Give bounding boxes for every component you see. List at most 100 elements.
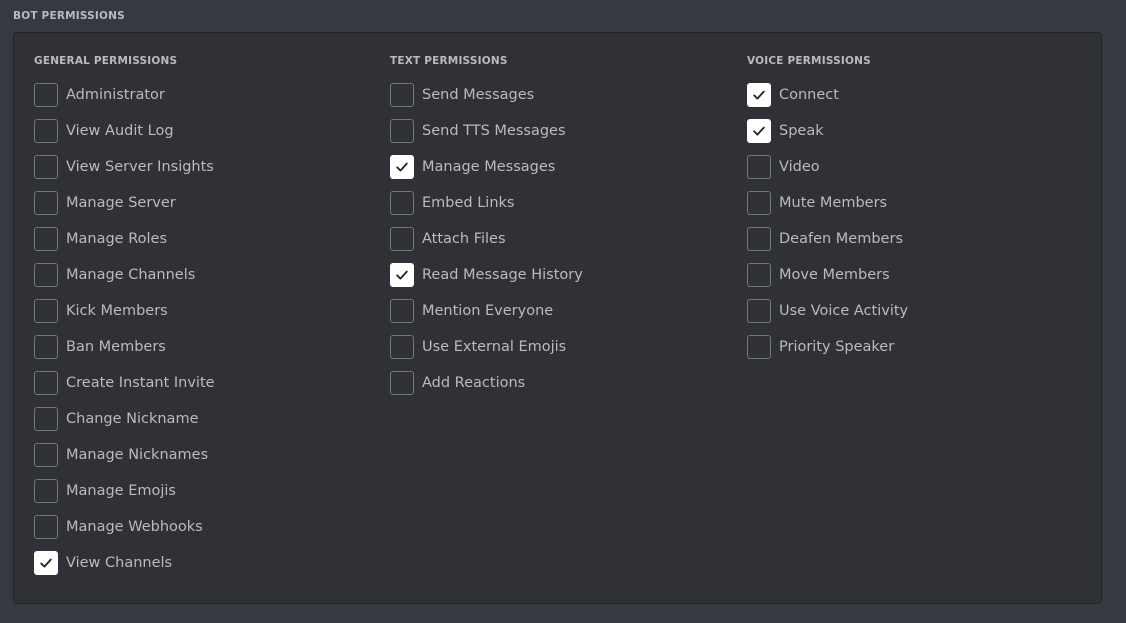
permission-label: Priority Speaker <box>779 339 895 355</box>
section-title: BOT PERMISSIONS <box>13 10 125 22</box>
permission-checkbox[interactable] <box>34 479 58 503</box>
general-permissions-column: GENERAL PERMISSIONS Administrator View Au… <box>34 55 374 587</box>
permission-checkbox[interactable] <box>34 515 58 539</box>
permission-checkbox[interactable] <box>390 191 414 215</box>
permission-manage-webhooks[interactable]: Manage Webhooks <box>34 515 374 539</box>
permission-checkbox[interactable] <box>34 371 58 395</box>
permission-checkbox[interactable] <box>747 119 771 143</box>
permission-label: View Audit Log <box>66 123 174 139</box>
permission-mute-members[interactable]: Mute Members <box>747 191 1087 215</box>
permission-ban-members[interactable]: Ban Members <box>34 335 374 359</box>
permission-checkbox[interactable] <box>34 191 58 215</box>
permission-checkbox[interactable] <box>747 263 771 287</box>
permission-view-channels[interactable]: View Channels <box>34 551 374 575</box>
permission-label: Manage Server <box>66 195 176 211</box>
permission-label: Ban Members <box>66 339 166 355</box>
permission-checkbox[interactable] <box>34 299 58 323</box>
permission-mention-everyone[interactable]: Mention Everyone <box>390 299 730 323</box>
permission-manage-channels[interactable]: Manage Channels <box>34 263 374 287</box>
checkmark-icon <box>396 270 408 280</box>
permission-change-nickname[interactable]: Change Nickname <box>34 407 374 431</box>
text-permissions-header: TEXT PERMISSIONS <box>390 55 508 67</box>
voice-permissions-column: VOICE PERMISSIONS Connect Speak Video Mute … <box>747 55 1087 371</box>
checkmark-icon <box>753 90 765 100</box>
permission-checkbox[interactable] <box>34 407 58 431</box>
permission-checkbox[interactable] <box>390 119 414 143</box>
permission-label: View Channels <box>66 555 173 571</box>
permission-priority-speaker[interactable]: Priority Speaker <box>747 335 1087 359</box>
permission-video[interactable]: Video <box>747 155 1087 179</box>
text-permissions-column: TEXT PERMISSIONS Send Messages Send TTS M… <box>390 55 730 407</box>
permission-label: Create Instant Invite <box>66 375 215 391</box>
permission-checkbox[interactable] <box>390 263 414 287</box>
permission-label: Connect <box>779 87 839 103</box>
permission-checkbox[interactable] <box>34 227 58 251</box>
permission-label: Move Members <box>779 267 890 283</box>
permission-label: Video <box>779 159 820 175</box>
permission-embed-links[interactable]: Embed Links <box>390 191 730 215</box>
permission-kick-members[interactable]: Kick Members <box>34 299 374 323</box>
permission-label: Mute Members <box>779 195 888 211</box>
general-permissions-header: GENERAL PERMISSIONS <box>34 55 178 67</box>
permission-label: Manage Emojis <box>66 483 176 499</box>
permission-connect[interactable]: Connect <box>747 83 1087 107</box>
permission-administrator[interactable]: Administrator <box>34 83 374 107</box>
permission-speak[interactable]: Speak <box>747 119 1087 143</box>
permission-label: View Server Insights <box>66 159 214 175</box>
permission-deafen-members[interactable]: Deafen Members <box>747 227 1087 251</box>
permission-label: Manage Roles <box>66 231 168 247</box>
permission-use-external-emojis[interactable]: Use External Emojis <box>390 335 730 359</box>
permission-checkbox[interactable] <box>747 299 771 323</box>
permission-label: Manage Messages <box>422 159 556 175</box>
permission-checkbox[interactable] <box>34 443 58 467</box>
permission-checkbox[interactable] <box>390 299 414 323</box>
permission-label: Embed Links <box>422 195 515 211</box>
permission-label: Send TTS Messages <box>422 123 566 139</box>
permission-add-reactions[interactable]: Add Reactions <box>390 371 730 395</box>
permission-manage-server[interactable]: Manage Server <box>34 191 374 215</box>
permission-checkbox[interactable] <box>34 83 58 107</box>
voice-permissions-list: Connect Speak Video Mute Members Deafen Memb… <box>747 83 1087 359</box>
checkmark-icon <box>40 558 52 568</box>
permission-view-audit-log[interactable]: View Audit Log <box>34 119 374 143</box>
permission-label: Manage Nicknames <box>66 447 209 463</box>
permission-checkbox[interactable] <box>390 335 414 359</box>
permission-label: Use External Emojis <box>422 339 567 355</box>
permission-manage-messages[interactable]: Manage Messages <box>390 155 730 179</box>
permission-label: Read Message History <box>422 267 583 283</box>
permission-attach-files[interactable]: Attach Files <box>390 227 730 251</box>
checkmark-icon <box>753 126 765 136</box>
general-permissions-list: Administrator View Audit Log View Server I… <box>34 83 374 575</box>
permission-checkbox[interactable] <box>747 335 771 359</box>
permission-checkbox[interactable] <box>34 155 58 179</box>
permission-checkbox[interactable] <box>34 263 58 287</box>
permission-checkbox[interactable] <box>747 83 771 107</box>
permission-use-voice-activity[interactable]: Use Voice Activity <box>747 299 1087 323</box>
permission-label: Speak <box>779 123 824 139</box>
permission-label: Change Nickname <box>66 411 199 427</box>
permission-create-instant-invite[interactable]: Create Instant Invite <box>34 371 374 395</box>
permission-label: Manage Webhooks <box>66 519 203 535</box>
permission-checkbox[interactable] <box>747 155 771 179</box>
permission-checkbox[interactable] <box>390 371 414 395</box>
permission-checkbox[interactable] <box>390 227 414 251</box>
voice-permissions-header: VOICE PERMISSIONS <box>747 55 871 67</box>
permission-checkbox[interactable] <box>747 191 771 215</box>
permission-read-message-history[interactable]: Read Message History <box>390 263 730 287</box>
permissions-panel: GENERAL PERMISSIONS Administrator View Au… <box>13 32 1102 604</box>
permission-send-messages[interactable]: Send Messages <box>390 83 730 107</box>
permission-label: Deafen Members <box>779 231 903 247</box>
permission-checkbox[interactable] <box>34 119 58 143</box>
permission-view-server-insights[interactable]: View Server Insights <box>34 155 374 179</box>
permission-send-tts-messages[interactable]: Send TTS Messages <box>390 119 730 143</box>
permission-move-members[interactable]: Move Members <box>747 263 1087 287</box>
permission-manage-roles[interactable]: Manage Roles <box>34 227 374 251</box>
permission-label: Use Voice Activity <box>779 303 909 319</box>
permission-checkbox[interactable] <box>34 551 58 575</box>
permission-manage-nicknames[interactable]: Manage Nicknames <box>34 443 374 467</box>
permission-manage-emojis[interactable]: Manage Emojis <box>34 479 374 503</box>
permission-checkbox[interactable] <box>747 227 771 251</box>
permission-checkbox[interactable] <box>390 83 414 107</box>
permission-checkbox[interactable] <box>390 155 414 179</box>
permission-checkbox[interactable] <box>34 335 58 359</box>
